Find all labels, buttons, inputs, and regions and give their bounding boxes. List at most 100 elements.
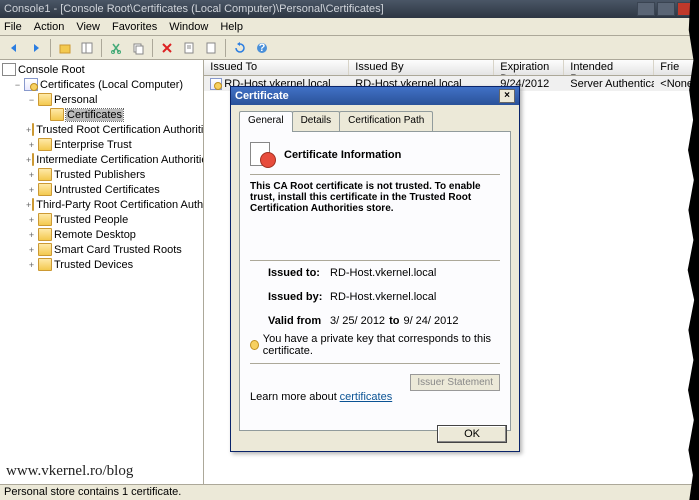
expand-icon[interactable]: + — [26, 215, 37, 225]
valid-to-label: to — [389, 315, 399, 327]
expand-icon[interactable]: + — [26, 230, 37, 240]
folder-icon — [38, 168, 52, 181]
show-hide-button[interactable] — [77, 38, 97, 58]
menu-window[interactable]: Window — [169, 21, 208, 33]
tree-trusted-publishers[interactable]: Trusted Publishers — [54, 169, 145, 181]
valid-from-value: 3/ 25/ 2012 — [330, 315, 385, 327]
tab-cert-path[interactable]: Certification Path — [339, 111, 433, 131]
issued-to-label: Issued to: — [268, 267, 330, 279]
learn-more-label: Learn more about — [250, 391, 337, 403]
expand-icon[interactable]: + — [26, 140, 37, 150]
col-expiration[interactable]: Expiration Date — [494, 60, 564, 75]
expand-icon[interactable]: − — [26, 95, 37, 105]
expand-icon[interactable]: + — [26, 170, 37, 180]
expand-icon[interactable]: + — [26, 125, 31, 135]
folder-icon — [38, 183, 52, 196]
col-purpose[interactable]: Intended Purposes — [564, 60, 654, 75]
cut-button[interactable] — [106, 38, 126, 58]
watermark: www.vkernel.ro/blog — [6, 463, 133, 480]
issuer-statement-button: Issuer Statement — [410, 374, 500, 391]
tree-trusted-people[interactable]: Trusted People — [54, 214, 128, 226]
valid-from-label: Valid from — [268, 315, 330, 327]
folder-icon — [50, 108, 64, 121]
status-bar: Personal store contains 1 certificate. — [0, 484, 699, 500]
status-text: Personal store contains 1 certificate. — [4, 486, 181, 498]
folder-icon — [32, 123, 34, 136]
expand-icon[interactable]: + — [26, 155, 31, 165]
cert-error-icon: × — [250, 142, 276, 168]
valid-to-value: 9/ 24/ 2012 — [403, 315, 458, 327]
col-issued-by[interactable]: Issued By — [349, 60, 494, 75]
export-button[interactable] — [201, 38, 221, 58]
folder-icon — [38, 213, 52, 226]
menu-help[interactable]: Help — [220, 21, 243, 33]
separator — [250, 363, 500, 364]
learn-more-link[interactable]: certificates — [340, 391, 393, 403]
tree-personal[interactable]: Personal — [54, 94, 97, 106]
folder-icon — [38, 93, 52, 106]
col-issued-to[interactable]: Issued To — [204, 60, 349, 75]
list-header: Issued To Issued By Expiration Date Inte… — [204, 60, 699, 76]
tree-smart-card-roots[interactable]: Smart Card Trusted Roots — [54, 244, 182, 256]
window-title-bar: Console1 - [Console Root\Certificates (L… — [0, 0, 699, 18]
maximize-button[interactable] — [657, 2, 675, 16]
menu-bar: File Action View Favorites Window Help — [0, 18, 699, 36]
menu-file[interactable]: File — [4, 21, 22, 33]
expand-icon[interactable]: + — [26, 200, 31, 210]
tree-remote-desktop[interactable]: Remote Desktop — [54, 229, 136, 241]
menu-favorites[interactable]: Favorites — [112, 21, 157, 33]
tree-trusted-root-ca[interactable]: Trusted Root Certification Authorities — [36, 124, 204, 136]
properties-button[interactable] — [179, 38, 199, 58]
up-button[interactable] — [55, 38, 75, 58]
tree-third-party-root-ca[interactable]: Third-Party Root Certification Authoriti… — [36, 199, 204, 211]
issued-to-value: RD-Host.vkernel.local — [330, 267, 436, 279]
window-title: Console1 - [Console Root\Certificates (L… — [4, 3, 384, 15]
tree-enterprise-trust[interactable]: Enterprise Trust — [54, 139, 132, 151]
dialog-title-bar[interactable]: Certificate × — [231, 87, 519, 105]
cert-store-icon — [24, 78, 38, 91]
menu-view[interactable]: View — [76, 21, 100, 33]
tree-certificates[interactable]: Certificates — [66, 109, 123, 121]
cert-info-heading: Certificate Information — [284, 149, 401, 161]
tree-certs-local[interactable]: Certificates (Local Computer) — [40, 79, 183, 91]
cell-purpose: Server Authentication — [564, 78, 654, 90]
folder-icon — [38, 243, 52, 256]
back-button[interactable] — [4, 38, 24, 58]
folder-icon — [32, 153, 34, 166]
menu-action[interactable]: Action — [34, 21, 65, 33]
tree-pane[interactable]: Console Root −Certificates (Local Comput… — [0, 60, 204, 484]
tab-details[interactable]: Details — [292, 111, 341, 131]
copy-button[interactable] — [128, 38, 148, 58]
expand-icon[interactable]: + — [26, 245, 37, 255]
folder-icon — [38, 138, 52, 151]
forward-button[interactable] — [26, 38, 46, 58]
tree-intermediate-ca[interactable]: Intermediate Certification Authorities — [36, 154, 204, 166]
separator — [250, 174, 500, 175]
toolbar: ? — [0, 36, 699, 60]
help-button[interactable]: ? — [252, 38, 272, 58]
delete-button[interactable] — [157, 38, 177, 58]
issued-by-label: Issued by: — [268, 291, 330, 303]
tree-trusted-devices[interactable]: Trusted Devices — [54, 259, 133, 271]
expand-icon[interactable]: + — [26, 185, 37, 195]
tab-panel-general: × Certificate Information This CA Root c… — [239, 131, 511, 431]
cert-icon — [210, 78, 222, 90]
expand-icon[interactable]: + — [26, 260, 37, 270]
dialog-title: Certificate — [235, 90, 289, 102]
folder-icon — [38, 258, 52, 271]
folder-icon — [32, 198, 34, 211]
cert-warning-text: This CA Root certificate is not trusted.… — [250, 181, 500, 214]
tree-console-root[interactable]: Console Root — [18, 64, 85, 76]
dialog-close-button[interactable]: × — [499, 89, 515, 103]
separator — [250, 260, 500, 261]
private-key-note: You have a private key that corresponds … — [263, 333, 500, 357]
refresh-button[interactable] — [230, 38, 250, 58]
expand-icon[interactable]: − — [12, 80, 23, 90]
console-root-icon — [2, 63, 16, 76]
ok-button[interactable]: OK — [437, 425, 507, 443]
tab-general[interactable]: General — [239, 111, 293, 132]
minimize-button[interactable] — [637, 2, 655, 16]
issued-by-value: RD-Host.vkernel.local — [330, 291, 436, 303]
tree-untrusted-certs[interactable]: Untrusted Certificates — [54, 184, 160, 196]
certificate-dialog: Certificate × General Details Certificat… — [230, 86, 520, 452]
